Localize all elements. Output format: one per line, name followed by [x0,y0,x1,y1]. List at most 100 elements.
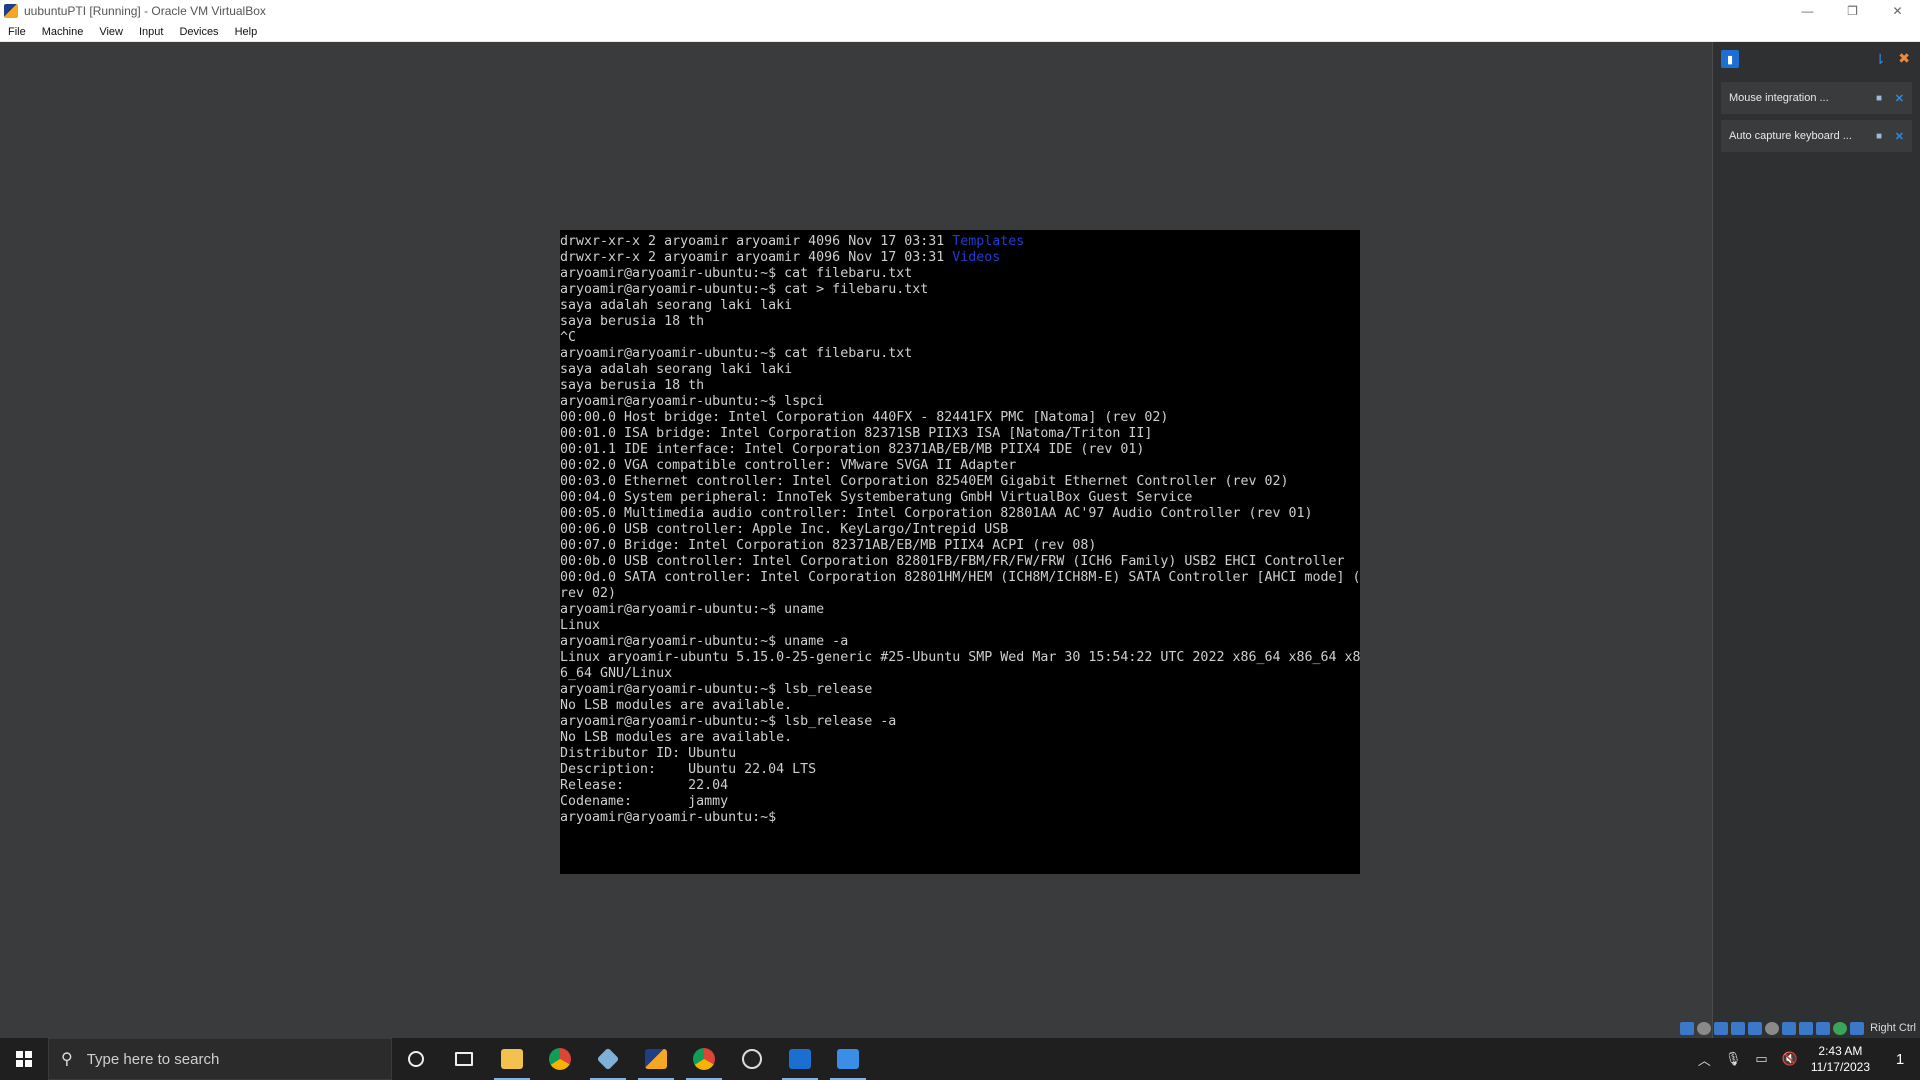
close-icon[interactable]: ✕ [1895,92,1904,105]
windows-logo-icon [16,1051,32,1067]
notification-center: ▮ ⇂ ✖ Mouse integration ... ■ ✕ Auto cap… [1712,42,1920,1038]
vm-window-icon [645,1049,667,1069]
cortana-icon [408,1051,424,1067]
notification-count: 1 [1895,1050,1905,1068]
terminal-line: aryoamir@aryoamir-ubuntu:~$ uname [560,602,1360,618]
vm-display[interactable]: drwxr-xr-x 2 aryoamir aryoamir 4096 Nov … [0,42,1712,1038]
terminal-text: aryoamir@aryoamir-ubuntu:~$ cat filebaru… [560,346,913,361]
terminal-text: aryoamir@aryoamir-ubuntu:~$ cat filebaru… [560,266,913,281]
virtualbox-icon [4,4,18,18]
menu-input[interactable]: Input [131,26,171,38]
optical-drive-icon[interactable] [1697,1021,1712,1035]
display-icon[interactable] [1782,1021,1797,1035]
guest-terminal[interactable]: drwxr-xr-x 2 aryoamir aryoamir 4096 Nov … [560,230,1360,874]
pin-icon[interactable]: ▮ [1721,50,1739,68]
chevron-up-icon[interactable]: ︿ [1698,1050,1711,1069]
movie-app-button[interactable] [776,1038,824,1080]
audio-icon[interactable] [1714,1021,1729,1035]
taskbar-search[interactable]: ⚲ Type here to search [48,1038,392,1080]
clear-all-icon[interactable]: ✖ [1898,50,1910,67]
terminal-line: aryoamir@aryoamir-ubuntu:~$ [560,810,1360,826]
action-center-icon[interactable]: 1 [1880,1038,1920,1080]
cpu-icon[interactable] [1816,1021,1831,1035]
search-placeholder: Type here to search [86,1050,220,1068]
menu-help[interactable]: Help [227,26,266,38]
usb-icon[interactable] [1748,1021,1763,1035]
clock-date: 11/17/2023 [1810,1060,1870,1074]
terminal-text: aryoamir@aryoamir-ubuntu:~$ cat > fileba… [560,282,929,297]
terminal-text: saya berusia 18 th [560,314,705,329]
terminal-text: aryoamir@aryoamir-ubuntu:~$ uname -a [560,634,849,649]
menu-file[interactable]: File [0,26,34,38]
obs-button[interactable] [728,1038,776,1080]
chrome-profile-button[interactable] [680,1038,728,1080]
terminal-line: 00:0d.0 SATA controller: Intel Corporati… [560,570,1360,586]
terminal-text: drwxr-xr-x 2 aryoamir aryoamir 4096 Nov … [560,234,953,249]
taskbar-clock[interactable]: 2:43 AM 11/17/2023 [1811,1043,1870,1075]
host-key-label: Right Ctrl [1870,1022,1916,1034]
terminal-text: saya adalah seorang laki laki [560,298,793,313]
hard-disk-icon[interactable] [1680,1021,1695,1035]
network-icon[interactable] [1731,1021,1746,1035]
menu-devices[interactable]: Devices [171,26,226,38]
notification-toolbar: ▮ ⇂ ✖ [1713,42,1920,76]
virtualbox-cube-icon [596,1047,620,1071]
terminal-line: 00:01.0 ISA bridge: Intel Corporation 82… [560,426,1360,442]
terminal-line: 00:02.0 VGA compatible controller: VMwar… [560,458,1360,474]
recording-icon[interactable] [1799,1021,1814,1035]
terminal-text: aryoamir@aryoamir-ubuntu:~$ lspci [560,394,825,409]
terminal-text: Description: Ubuntu 22.04 LTS [560,762,817,777]
dont-show-again-icon[interactable]: ■ [1876,131,1882,142]
virtualbox-button[interactable] [584,1038,632,1080]
terminal-text: Linux aryoamir-ubuntu 5.15.0-25-generic … [560,650,1360,665]
menu-bar: File Machine View Input Devices Help [0,22,1920,42]
minimize-button[interactable]: — [1785,0,1830,22]
network-icon[interactable]: ▭ [1755,1051,1767,1067]
photos-button[interactable] [824,1038,872,1080]
menu-view[interactable]: View [91,26,131,38]
terminal-text: aryoamir@aryoamir-ubuntu:~$ lsb_release [560,682,873,697]
terminal-line: aryoamir@aryoamir-ubuntu:~$ lspci [560,394,1360,410]
file-explorer-button[interactable] [488,1038,536,1080]
speaker-muted-icon[interactable]: 🔇 [1782,1051,1798,1067]
vm-statusbar: Right Ctrl [1660,1018,1920,1038]
terminal-text: saya adalah seorang laki laki [560,362,793,377]
terminal-line: No LSB modules are available. [560,730,1360,746]
chrome-button[interactable] [536,1038,584,1080]
terminal-text: Distributor ID: Ubuntu [560,746,737,761]
close-icon[interactable]: ✕ [1895,130,1904,143]
chrome-icon [549,1048,571,1070]
terminal-text: Codename: jammy [560,794,729,809]
terminal-line: No LSB modules are available. [560,698,1360,714]
terminal-line: rev 02) [560,586,1360,602]
terminal-text: ^C [560,330,577,345]
restore-button[interactable]: ❐ [1830,0,1875,22]
terminal-line: 00:01.1 IDE interface: Intel Corporation… [560,442,1360,458]
photos-icon [837,1049,859,1069]
keyboard-icon[interactable] [1850,1021,1865,1035]
terminal-text: 00:02.0 VGA compatible controller: VMwar… [560,458,1017,473]
sort-icon[interactable]: ⇂ [1874,51,1886,68]
terminal-text: 00:01.0 ISA bridge: Intel Corporation 82… [560,426,1153,441]
terminal-text: No LSB modules are available. [560,698,793,713]
terminal-line: aryoamir@aryoamir-ubuntu:~$ cat filebaru… [560,346,1360,362]
terminal-line: aryoamir@aryoamir-ubuntu:~$ cat > fileba… [560,282,1360,298]
terminal-line: aryoamir@aryoamir-ubuntu:~$ cat filebaru… [560,266,1360,282]
directory-name: Videos [952,250,1001,265]
terminal-text: Linux [560,618,601,633]
start-button[interactable] [0,1038,48,1080]
close-button[interactable]: ✕ [1875,0,1920,22]
dont-show-again-icon[interactable]: ■ [1876,93,1882,104]
shared-folders-icon[interactable] [1765,1021,1780,1035]
menu-machine[interactable]: Machine [34,26,92,38]
notification-auto-capture[interactable]: Auto capture keyboard ... ■ ✕ [1721,120,1912,152]
task-view-button[interactable] [440,1038,488,1080]
notification-mouse-integration[interactable]: Mouse integration ... ■ ✕ [1721,82,1912,114]
cortana-button[interactable] [392,1038,440,1080]
terminal-line: saya berusia 18 th [560,314,1360,330]
terminal-line: aryoamir@aryoamir-ubuntu:~$ lsb_release … [560,714,1360,730]
mouse-integration-icon[interactable] [1833,1021,1848,1035]
vm-window-button[interactable] [632,1038,680,1080]
terminal-line: 6_64 GNU/Linux [560,666,1360,682]
microphone-icon[interactable]: 🎙 [1725,1051,1742,1067]
